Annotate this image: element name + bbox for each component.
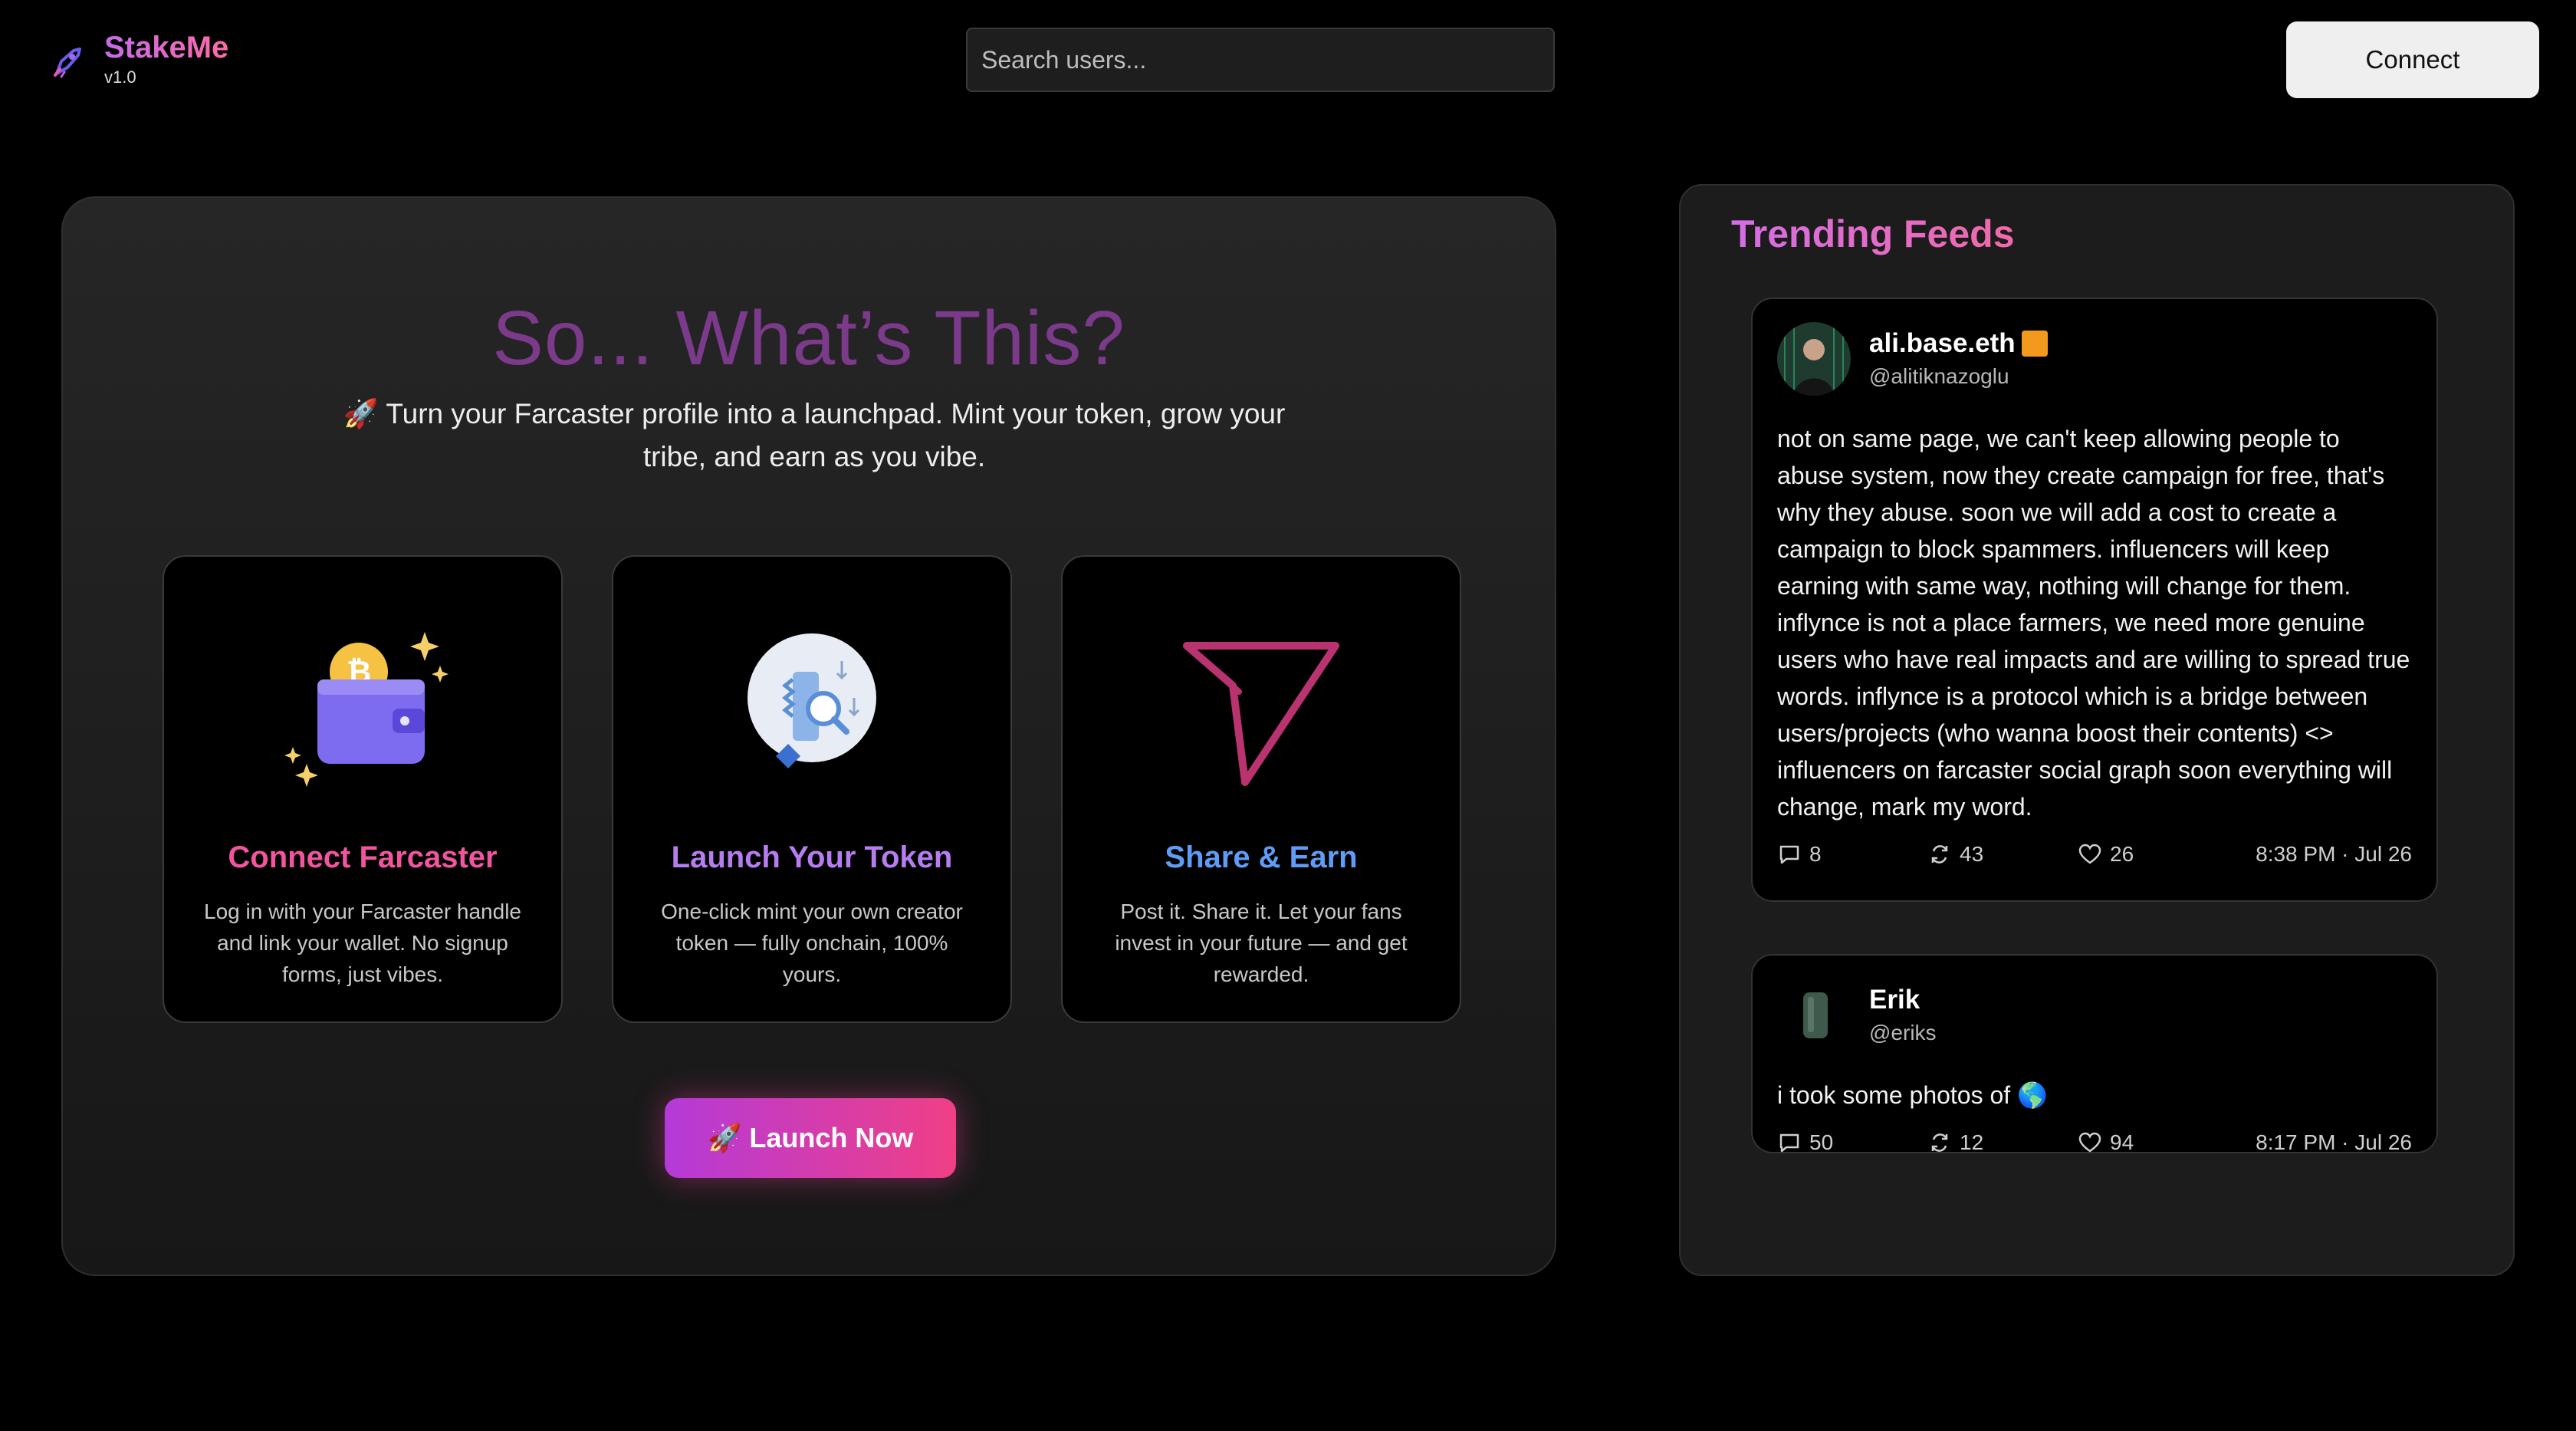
trending-panel: Trending Feeds ali.base.eth @alitiknazog… [1679, 184, 2515, 1276]
wallet-icon: ₿ [284, 632, 449, 787]
post-handle: @alitiknazoglu [1869, 364, 2009, 388]
avatar[interactable] [1777, 322, 1851, 396]
reply-count-value: 50 [1809, 1130, 1834, 1154]
connect-button[interactable]: Connect [2286, 21, 2539, 98]
feature-card-connect: ₿ Connect Farcaster Log in with your Far… [163, 555, 563, 1023]
reply-count-value: 8 [1809, 842, 1822, 866]
avatar[interactable] [1777, 979, 1851, 1052]
rocket-icon [54, 48, 81, 78]
feed-post[interactable]: ali.base.eth @alitiknazoglu not on same … [1751, 298, 2438, 902]
like-count-value: 94 [2110, 1130, 2134, 1154]
brand-name: StakeMe [104, 28, 228, 67]
post-handle: @eriks [1869, 1021, 1937, 1044]
search-input[interactable] [966, 28, 1555, 92]
hero-title: So... What’s This? [492, 295, 1125, 381]
reply-icon [1779, 845, 1799, 864]
heart-icon [2078, 1132, 2101, 1153]
card-description: Post it. Share it. Let your fans invest … [1115, 900, 1408, 986]
card-title: Connect Farcaster [228, 841, 498, 874]
recast-icon [1931, 1133, 1948, 1152]
feature-card-share: Share & Earn Post it. Share it. Let your… [1061, 555, 1461, 1023]
token-mint-icon [748, 633, 876, 768]
brand-version: v1.0 [104, 67, 136, 87]
card-description: One-click mint your own creator token — … [661, 900, 963, 986]
recast-count-value: 43 [1960, 842, 1984, 866]
trending-title: Trending Feeds [1731, 212, 2015, 255]
post-body: not on same page, we can't keep allowing… [1777, 425, 2410, 821]
card-description: Log in with your Farcaster handle and li… [204, 900, 521, 986]
reply-icon [1779, 1133, 1799, 1153]
post-author: ali.base.eth [1869, 328, 2016, 358]
like-count[interactable]: 26 [2078, 842, 2134, 867]
recast-count[interactable]: 12 [1927, 1130, 2078, 1155]
post-body: i took some photos of 🌎 [1777, 1081, 2048, 1109]
orange-square-icon [2021, 331, 2048, 357]
page: StakeMe v1.0 Connect So... What’s This? … [0, 0, 2576, 1431]
launch-now-button[interactable]: 🚀 Launch Now [665, 1098, 956, 1178]
like-count[interactable]: 94 [2078, 1130, 2134, 1155]
recast-count-value: 12 [1960, 1130, 1984, 1154]
post-timestamp: 8:17 PM · Jul 26 [2256, 1130, 2412, 1154]
feed-list[interactable]: ali.base.eth @alitiknazoglu not on same … [1751, 298, 2438, 1218]
brand[interactable]: StakeMe v1.0 [46, 28, 228, 87]
feature-cards: ₿ Connect Farcaster Log in with your Far… [163, 555, 1461, 1023]
reply-count[interactable]: 50 [1777, 1130, 1927, 1155]
recast-icon [1931, 845, 1948, 864]
send-icon [1183, 642, 1339, 786]
reply-count[interactable]: 8 [1777, 842, 1927, 867]
card-title: Launch Your Token [671, 841, 953, 874]
post-author: Erik [1869, 985, 1921, 1015]
like-count-value: 26 [2110, 842, 2134, 866]
card-title: Share & Earn [1165, 841, 1358, 874]
hero-subtitle: 🚀 Turn your Farcaster profile into a lau… [343, 398, 1286, 472]
hero-panel: So... What’s This? 🚀 Turn your Farcaster… [61, 196, 1556, 1276]
feature-card-launch: Launch Your Token One-click mint your ow… [612, 555, 1012, 1023]
heart-icon [2078, 844, 2101, 864]
post-timestamp: 8:38 PM · Jul 26 [2256, 842, 2412, 866]
recast-count[interactable]: 43 [1927, 842, 2078, 867]
feed-post[interactable]: Erik @eriks i took some photos of 🌎 50 1… [1751, 954, 2438, 1155]
